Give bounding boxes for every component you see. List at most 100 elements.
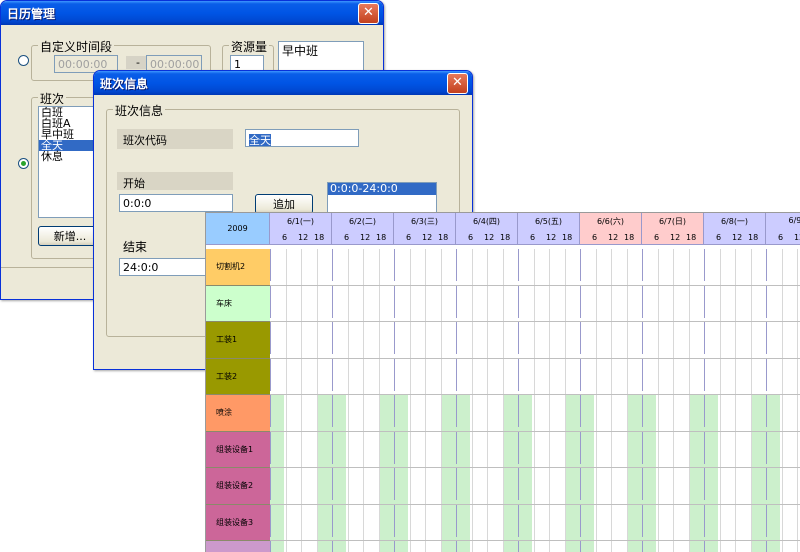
grid-line [270,504,271,537]
grid-line [533,322,535,358]
resource-timeline-row[interactable] [270,322,800,359]
resource-timeline-row[interactable] [270,395,800,432]
resource-label[interactable]: 组装设备1 [206,431,270,468]
grid-line [626,395,628,431]
grid-line [425,468,426,504]
off-shift-cell [704,395,718,431]
grid-line [642,431,643,464]
grid-line [781,358,783,394]
off-shift-cell [565,504,580,540]
grid-line [332,285,333,318]
day-label: 6/1(一) [286,217,315,226]
resource-label[interactable] [206,541,270,552]
grid-line [332,431,333,464]
grid-line [704,285,705,318]
grid-line [363,322,364,358]
resource-label[interactable]: 切割机2 [206,249,270,286]
add-interval-button[interactable]: 追加 [255,194,313,214]
custom-range-radio[interactable] [18,55,29,66]
interval-list-item[interactable]: 0:0:0-24:0:0 [328,183,436,195]
grid-line [456,431,457,464]
shift-radio[interactable] [18,158,29,169]
grid-line [704,468,705,500]
shift-window-titlebar[interactable]: 班次信息 ✕ [94,71,472,95]
grid-line [270,249,271,281]
off-shift-cell [627,395,642,431]
grid-line [657,431,659,467]
off-shift-cell [689,468,704,504]
grid-line [378,504,380,540]
grid-line [316,358,318,394]
off-shift-cell [441,504,456,540]
hour-tick-label: 6 [716,233,722,242]
shift-list-item[interactable]: 休息 [39,151,101,162]
resource-timeline-row[interactable] [270,541,800,552]
off-shift-cell [503,395,518,431]
grid-line [378,468,380,504]
day-label: 6/2(二) [348,217,377,226]
grid-line [456,249,457,281]
grid-line [394,541,395,552]
grid-line [673,468,674,504]
grid-line [549,541,550,552]
close-icon[interactable]: ✕ [358,3,379,24]
off-shift-cell [270,504,284,540]
off-shift-cell [766,541,780,552]
hour-tick-label: 6 [282,233,288,242]
hour-tick-label: 12 [546,233,557,242]
off-shift-cell [627,541,642,552]
grid-line [347,541,349,552]
off-shift-cell [580,395,594,431]
grid-line [735,431,736,467]
calendar-window-titlebar[interactable]: 日历管理 ✕ [1,1,383,25]
grid-line [766,541,767,552]
close-icon[interactable]: ✕ [447,73,468,94]
resource-timeline-row[interactable] [270,504,800,541]
grid-line [394,468,395,500]
off-shift-cell [704,541,718,552]
resource-label[interactable]: 组装设备2 [206,468,270,505]
grid-line [797,322,798,358]
grid-line [549,249,550,285]
grid-line [595,468,597,504]
grid-line [781,285,783,321]
grid-line [657,285,659,321]
grid-line [363,358,364,394]
grid-line [626,285,628,321]
resource-timeline-row[interactable] [270,431,800,468]
grid-line [518,249,519,281]
resource-label[interactable]: 车床 [206,285,270,322]
hour-tick-label: 18 [500,233,511,242]
grid-line [657,504,659,540]
grid-line [595,541,597,552]
grid-line [270,395,271,427]
grid-line [704,504,705,537]
resource-timeline-row[interactable] [270,285,800,322]
grid-line [425,322,426,358]
grid-line [332,249,333,281]
grid-line [797,504,798,540]
shift-code-input[interactable]: 全天 [245,129,359,147]
grid-line [797,468,798,504]
grid-line [518,541,519,552]
year-header-cell: 2009 [206,213,270,245]
start-time-input[interactable]: 0:0:0 [119,194,233,212]
resource-label[interactable]: 组装设备3 [206,504,270,541]
grid-line [394,504,395,537]
resource-timeline-row[interactable] [270,249,800,286]
day-label: 6/3(三) [410,217,439,226]
resource-label[interactable]: 工装1 [206,322,270,359]
grid-line [456,285,457,318]
grid-line [394,322,395,354]
grid-line [549,358,550,394]
resource-timeline-row[interactable] [270,358,800,395]
grid-line [657,468,659,504]
grid-line [332,504,333,537]
grid-line [378,322,380,358]
grid-line [285,504,287,540]
grid-line [332,395,333,427]
grid-line [595,395,597,431]
resource-timeline-row[interactable] [270,468,800,505]
resource-label[interactable]: 工装2 [206,358,270,395]
resource-label[interactable]: 喷涂 [206,395,270,432]
